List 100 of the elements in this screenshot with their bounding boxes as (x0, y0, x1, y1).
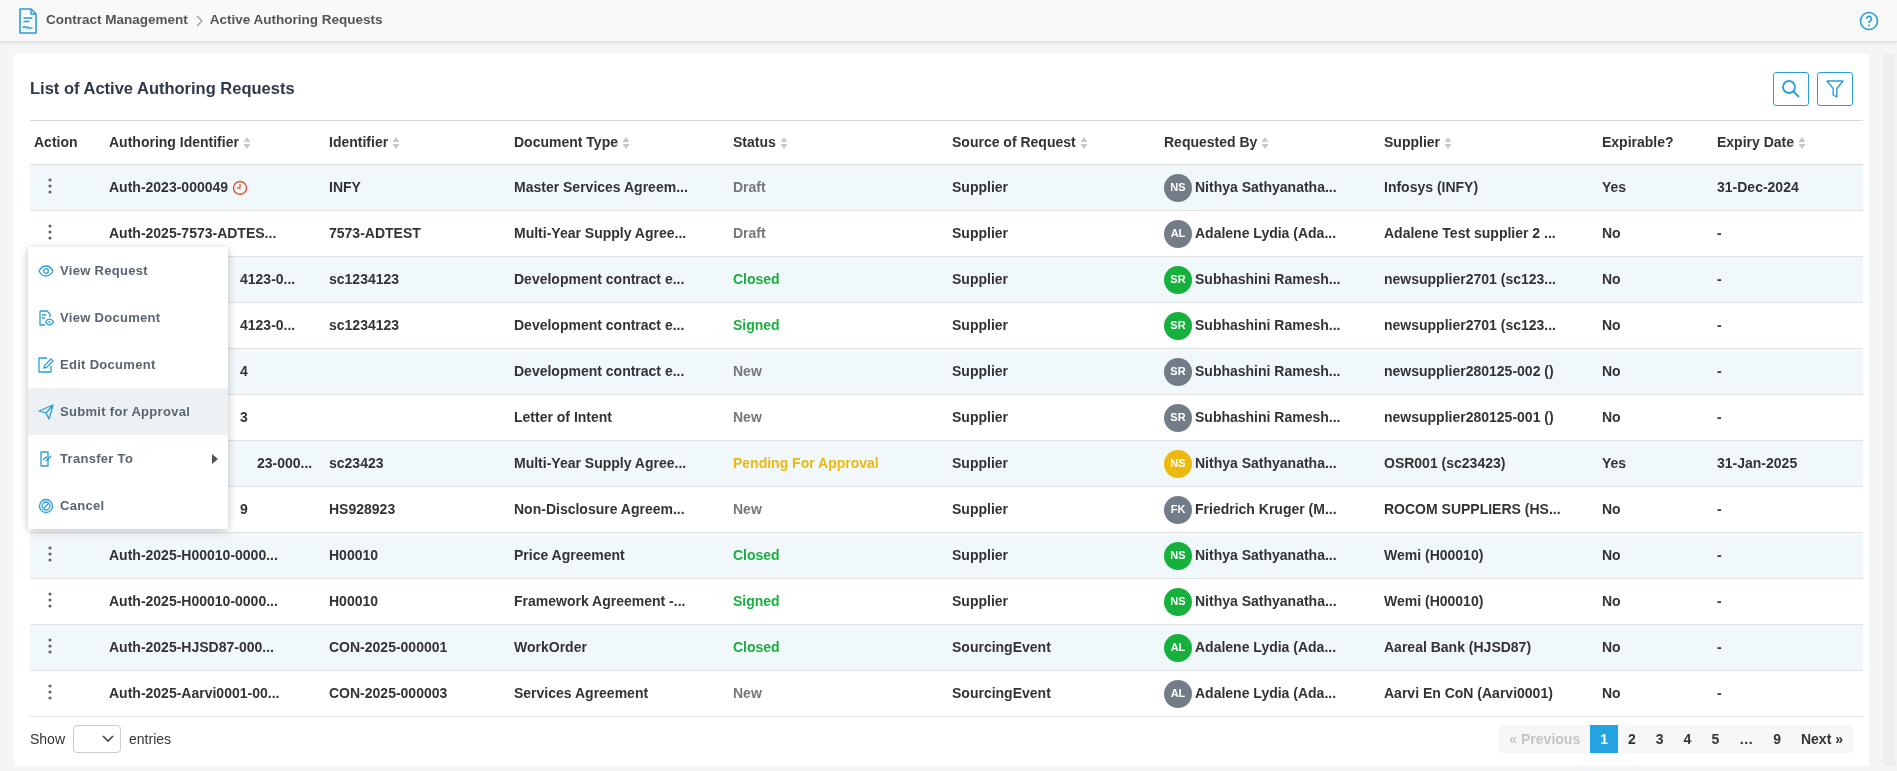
menu-item[interactable]: View Request (28, 247, 228, 294)
table-cell: Adalene Test supplier 2 ... (1384, 225, 1556, 241)
sort-icon (242, 135, 251, 150)
table-cell: WorkOrder (514, 639, 587, 655)
column-header[interactable]: Authoring Identifier (109, 132, 239, 153)
table-cell: Nithya Sathyanatha... (1195, 592, 1337, 609)
avatar: AL (1164, 219, 1192, 248)
table-cell: CON-2025-000003 (329, 685, 448, 701)
table-cell: Friedrich Kruger (M... (1195, 500, 1337, 517)
status-text: Draft (733, 179, 766, 195)
help-icon[interactable] (1859, 10, 1879, 31)
table-cell: 31-Jan-2025 (1717, 455, 1798, 471)
table-cell: Wemi (H00010) (1384, 593, 1484, 609)
status-text: New (733, 363, 762, 379)
table-cell: 31-Dec-2024 (1717, 179, 1799, 195)
filter-button[interactable] (1817, 72, 1853, 106)
menu-item[interactable]: Cancel (28, 482, 228, 529)
page-link[interactable]: 5 (1701, 725, 1730, 753)
table-cell: Supplier (952, 271, 1008, 287)
page-link[interactable]: 2 (1618, 725, 1646, 753)
table-cell: - (1717, 271, 1722, 287)
table-cell-text: Auth-2025-Aarvi0001-00... (109, 684, 280, 703)
table-cell: Subhashini Ramesh... (1195, 316, 1341, 333)
table-cell: No (1602, 271, 1621, 287)
table-cell: - (1717, 409, 1722, 425)
status-text: Closed (733, 271, 780, 287)
table-cell: No (1602, 409, 1621, 425)
page-link[interactable]: Next » (1790, 725, 1853, 753)
table-cell: No (1602, 225, 1621, 241)
status-text: Draft (733, 225, 766, 241)
table-cell-text: Auth-2025-HJSD87-000... (109, 638, 274, 657)
sort-icon (622, 135, 630, 150)
table-cell: Adalene Lydia (Ada... (1195, 638, 1337, 655)
breadcrumb-link[interactable]: Active Authoring Requests (209, 10, 383, 31)
table-cell: Subhashini Ramesh... (1195, 408, 1341, 425)
table-cell-text: Auth-2025-7573-ADTES... (109, 224, 277, 243)
table-cell: Supplier (952, 455, 1008, 471)
page-link[interactable]: 9 (1763, 725, 1791, 753)
table-cell: Price Agreement (514, 547, 625, 563)
sort-icon (1444, 135, 1452, 150)
table-cell: Aarvi En CoN (Aarvi0001) (1384, 685, 1553, 701)
page-link[interactable]: 3 (1645, 725, 1674, 753)
table-cell: - (1717, 317, 1722, 333)
table-cell: Yes (1602, 455, 1627, 471)
table-cell-text: 3 (240, 408, 248, 427)
table-cell: Non-Disclosure Agreem... (514, 501, 685, 517)
column-header: Action (34, 133, 78, 152)
column-header[interactable]: Expiry Date (1717, 132, 1795, 153)
sort-icon (1798, 135, 1807, 150)
sort-icon (1261, 135, 1270, 150)
document-eye-icon (38, 309, 54, 326)
column-header[interactable]: Source of Request (952, 132, 1076, 153)
menu-item[interactable]: Submit for Approval (28, 388, 228, 435)
table-cell: - (1717, 685, 1722, 701)
avatar: NS (1164, 587, 1192, 616)
table-cell: CON-2025-000001 (329, 639, 448, 655)
table-cell: No (1602, 685, 1621, 701)
table-cell: Wemi (H00010) (1384, 547, 1484, 563)
avatar: NS (1164, 173, 1192, 202)
breadcrumb-link[interactable]: Contract Management (46, 10, 188, 31)
table-cell: ROCOM SUPPLIERS (HS... (1384, 501, 1561, 517)
menu-item[interactable]: View Document (28, 294, 228, 341)
table-cell: Supplier (952, 409, 1008, 425)
page-link[interactable]: … (1729, 725, 1764, 753)
kebab-icon (48, 545, 52, 562)
column-header[interactable]: Requested By (1164, 132, 1258, 153)
kebab-icon (48, 637, 52, 654)
table-cell: sc1234123 (329, 317, 400, 333)
search-button[interactable] (1773, 72, 1809, 106)
table-cell-text: 4 (240, 362, 248, 381)
table-cell: newsupplier280125-002 () (1384, 363, 1554, 379)
table-cell: - (1717, 639, 1722, 655)
avatar: FK (1164, 495, 1192, 524)
menu-item[interactable]: Transfer To (28, 435, 228, 482)
page-link[interactable]: 4 (1673, 725, 1702, 753)
table-cell: No (1602, 593, 1621, 609)
transfer-icon (38, 450, 54, 467)
table-cell: Services Agreement (514, 685, 649, 701)
table-cell-text: Auth-2023-000049 (109, 178, 229, 197)
caret-right-icon (212, 453, 218, 464)
column-header[interactable]: Status (733, 132, 776, 153)
table-cell: - (1717, 501, 1722, 517)
status-text: New (733, 409, 762, 425)
table-cell: Nithya Sathyanatha... (1195, 454, 1337, 471)
table-cell: Development contract e... (514, 317, 685, 333)
table-cell: Infosys (INFY) (1384, 179, 1479, 195)
table-cell: Development contract e... (514, 271, 685, 287)
table-cell: sc23423 (329, 455, 384, 471)
table-cell: H00010 (329, 547, 379, 563)
table-cell: Framework Agreement -... (514, 593, 686, 609)
menu-item[interactable]: Edit Document (28, 341, 228, 388)
table-cell-text: 9 (240, 500, 248, 519)
column-header[interactable]: Supplier (1384, 132, 1440, 153)
table-cell: SourcingEvent (952, 685, 1051, 701)
column-header[interactable]: Document Type (514, 132, 618, 153)
avatar: SR (1164, 357, 1192, 386)
status-text: Pending For Approval (733, 455, 879, 471)
table-cell: newsupplier2701 (sc123... (1384, 271, 1556, 287)
table-cell: No (1602, 547, 1621, 563)
column-header[interactable]: Identifier (329, 132, 389, 153)
